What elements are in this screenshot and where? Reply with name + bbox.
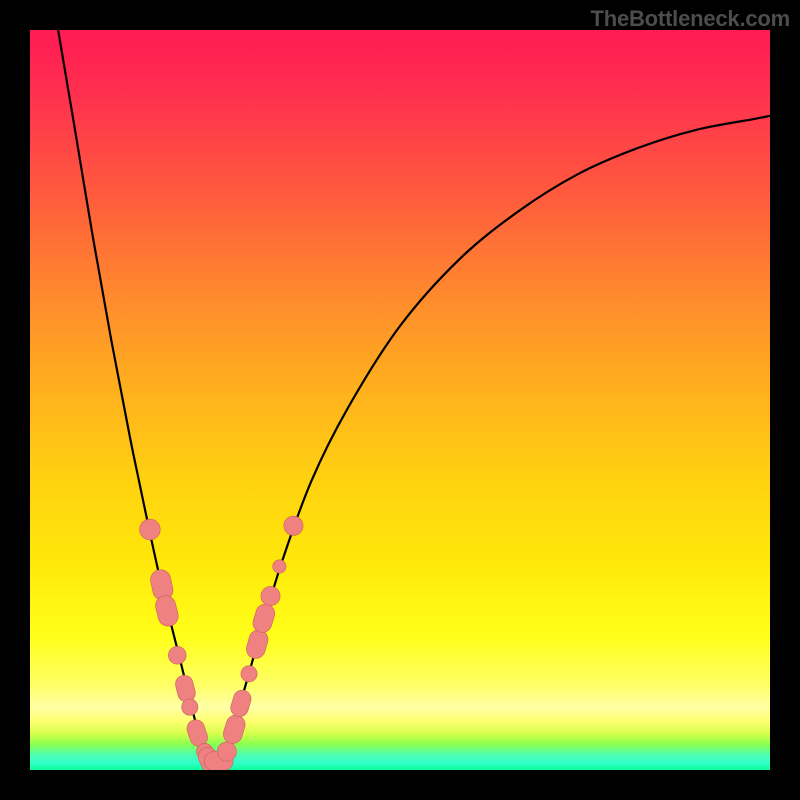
bead-circle [140,519,161,540]
bead-lozenge [251,602,277,635]
bead-circle [273,560,286,573]
bead-circle [241,666,257,682]
bead-lozenge [174,673,198,703]
bead-lozenge [229,688,254,719]
chart-frame: TheBottleneck.com [0,0,800,800]
bead-lozenge [244,628,270,661]
bead-circle [168,646,186,664]
plot-area [30,30,770,770]
bead-circle [284,516,303,535]
bead-circle [217,742,236,761]
bead-circle [261,586,280,605]
bead-circle [182,699,198,715]
watermark-text: TheBottleneck.com [590,6,790,32]
bead-lozenge [221,713,247,746]
bead-markers [30,30,770,770]
